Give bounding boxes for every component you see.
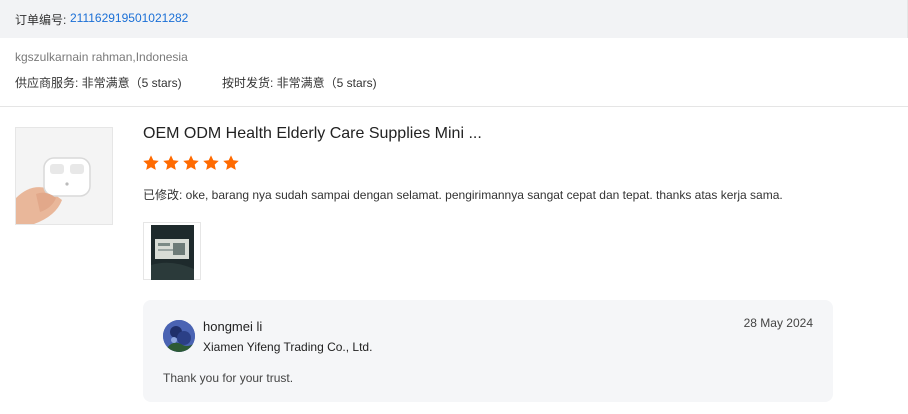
product-title[interactable]: OEM ODM Health Elderly Care Supplies Min…	[143, 125, 482, 143]
review-photo-thumbnail[interactable]	[143, 222, 201, 280]
supplier-service-rating: 供应商服务: 非常满意（5 stars)	[15, 76, 182, 90]
order-number-link[interactable]: 211162919501021282	[70, 11, 188, 25]
section-divider	[0, 106, 908, 107]
reply-message: Thank you for your trust.	[163, 371, 294, 385]
buyer-name: kgszulkarnain rahman,Indonesia	[15, 50, 188, 64]
seller-ratings: 供应商服务: 非常满意（5 stars) 按时发货: 非常满意（5 stars)	[15, 74, 377, 91]
star-icon	[203, 155, 219, 170]
review-comment: 已修改: oke, barang nya sudah sampai dengan…	[143, 188, 783, 202]
star-icon	[143, 155, 159, 170]
reply-date: 28 May 2024	[743, 316, 813, 330]
review-photo	[151, 225, 194, 280]
product-image	[16, 128, 112, 224]
seller-reply-card: hongmei li Xiamen Yifeng Trading Co., Lt…	[143, 300, 833, 402]
star-icon	[183, 155, 199, 170]
on-time-shipment-rating: 按时发货: 非常满意（5 stars)	[222, 76, 377, 90]
avatar	[163, 320, 195, 352]
product-star-rating	[142, 154, 240, 172]
star-icon	[223, 155, 239, 170]
product-thumbnail[interactable]	[15, 127, 113, 225]
reply-company-name: Xiamen Yifeng Trading Co., Ltd.	[203, 340, 373, 354]
order-header: 订单编号: 211162919501021282	[0, 0, 908, 38]
order-number-label: 订单编号:	[15, 13, 67, 27]
reply-author-name: hongmei li	[203, 319, 263, 334]
star-icon	[163, 155, 179, 170]
